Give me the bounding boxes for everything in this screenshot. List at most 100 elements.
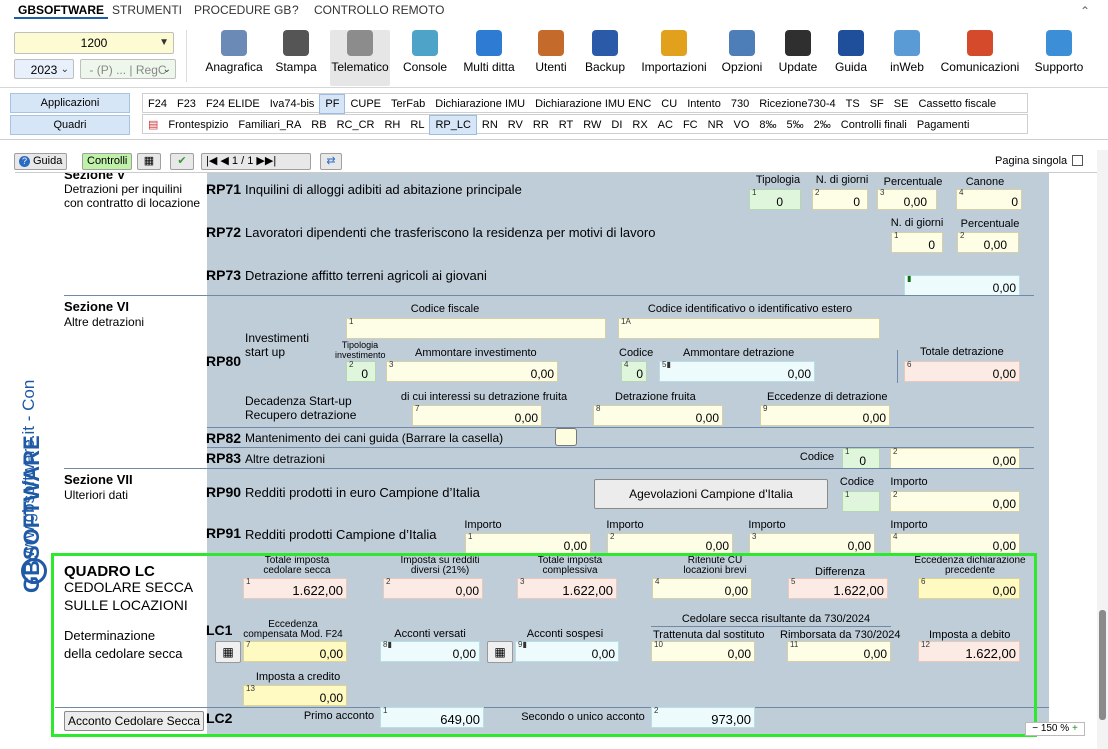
pager[interactable]: |◀ ◀ 1 / 1 ▶▶| — [201, 153, 311, 170]
tab-di[interactable]: DI — [606, 116, 627, 134]
tab-intento[interactable]: Intento — [682, 95, 726, 113]
rp80-cid-field[interactable]: 1A — [618, 317, 880, 339]
rp83-importo-field[interactable]: 2 0,00 — [890, 447, 1020, 469]
rp80-cf-field[interactable]: 1 — [346, 317, 606, 339]
tab-ac[interactable]: AC — [653, 116, 678, 134]
menu-gbsoftware[interactable]: GBSOFTWARE — [14, 3, 108, 19]
importazioni-button[interactable]: Importazioni — [640, 30, 708, 86]
rp91-importo1-field[interactable]: 1 0,00 — [465, 532, 591, 554]
tab-vo[interactable]: VO — [729, 116, 755, 134]
rp83-codice-field[interactable]: 10 — [842, 447, 880, 469]
tab-730[interactable]: 730 — [726, 95, 754, 113]
menu-strumenti[interactable]: STRUMENTI — [108, 3, 186, 17]
tab-rh[interactable]: RH — [379, 116, 405, 134]
utenti-button[interactable]: Utenti — [534, 30, 568, 86]
rp80-tipologia-field[interactable]: 20 — [346, 360, 376, 382]
rp80-codice-field[interactable]: 40 — [621, 360, 647, 382]
calculator-icon[interactable]: ▦ — [137, 153, 161, 170]
prev-page-icon[interactable]: ◀ — [220, 155, 228, 167]
applicazioni-button[interactable]: Applicazioni — [10, 93, 130, 113]
rp71-canone-field[interactable]: 40 — [956, 188, 1022, 210]
tab-5-[interactable]: 5‰ — [782, 116, 809, 134]
tab-rn[interactable]: RN — [477, 116, 503, 134]
rp91-importo2-field[interactable]: 2 0,00 — [607, 532, 733, 554]
comunicazioni-button[interactable]: Comunicazioni — [940, 30, 1020, 86]
update-button[interactable]: Update — [778, 30, 818, 86]
rp80-interessi-field[interactable]: 7 0,00 — [412, 404, 542, 426]
collapse-ribbon-icon[interactable]: ⌃ — [1080, 4, 1090, 18]
tab-rv[interactable]: RV — [503, 116, 528, 134]
pagina-singola-checkbox[interactable] — [1072, 155, 1083, 166]
tab-dichiarazione-imu-enc[interactable]: Dichiarazione IMU ENC — [530, 95, 656, 113]
first-page-icon[interactable]: |◀ — [206, 155, 217, 167]
stampa-button[interactable]: Stampa — [275, 30, 317, 86]
tab-cu[interactable]: CU — [656, 95, 682, 113]
tab-familiari-ra[interactable]: Familiari_RA — [233, 116, 306, 134]
anagrafica-button[interactable]: Anagrafica — [204, 30, 264, 86]
rp80-totale-field[interactable]: 6 0,00 — [904, 360, 1020, 382]
filter-select[interactable]: - (P) ... | RegC ⌄ — [80, 59, 176, 79]
company-code-select[interactable]: 1200 ▼ — [14, 32, 174, 54]
tab-cassetto-fiscale[interactable]: Cassetto fiscale — [913, 95, 1001, 113]
rp91-importo3-field[interactable]: 3 0,00 — [749, 532, 875, 554]
rp71-tipologia-field[interactable]: 10 — [749, 188, 801, 210]
tab-rl[interactable]: RL — [405, 116, 429, 134]
menu-procedure-gb[interactable]: PROCEDURE GB — [190, 3, 295, 17]
rp71-percentuale-field[interactable]: 3 0,00 — [877, 188, 937, 210]
rp71-giorni-field[interactable]: 20 — [812, 188, 868, 210]
rp82-checkbox[interactable] — [555, 428, 577, 446]
rp90-codice-field[interactable]: 1 — [842, 490, 880, 512]
tab-rx[interactable]: RX — [627, 116, 652, 134]
controlli-button[interactable]: Controlli — [82, 153, 133, 170]
rp80-ammdetr-field[interactable]: 5▮ 0,00 — [659, 360, 815, 382]
quadri-button[interactable]: Quadri — [10, 115, 130, 135]
tab-pf[interactable]: PF — [319, 94, 346, 114]
tab-rw[interactable]: RW — [578, 116, 606, 134]
tab-rt[interactable]: RT — [554, 116, 578, 134]
tab-8-[interactable]: 8‰ — [754, 116, 781, 134]
rp80-fruita-field[interactable]: 8 0,00 — [593, 404, 723, 426]
tab-frontespizio[interactable]: Frontespizio — [163, 116, 233, 134]
scrollbar-thumb[interactable] — [1099, 610, 1106, 720]
next-page-icon[interactable]: ▶ — [256, 155, 264, 167]
multi-ditta-button[interactable]: Multi ditta — [461, 30, 517, 86]
menu-controllo-remoto[interactable]: CONTROLLO REMOTO — [310, 3, 448, 17]
year-select[interactable]: 2023 ⌄ — [14, 59, 74, 79]
zoom-control[interactable]: − 150 % + — [1025, 722, 1085, 736]
sync-icon[interactable]: ⇄ — [320, 153, 342, 170]
tab-rc-cr[interactable]: RC_CR — [332, 116, 380, 134]
tab-fc[interactable]: FC — [678, 116, 703, 134]
tab-rp-lc[interactable]: RP_LC — [429, 115, 477, 135]
inweb-button[interactable]: inWeb — [888, 30, 926, 86]
tab-controlli-finali[interactable]: Controlli finali — [836, 116, 912, 134]
tab-f24-elide[interactable]: F24 ELIDE — [201, 95, 265, 113]
tab-2-[interactable]: 2‰ — [809, 116, 836, 134]
tab-pagamenti[interactable]: Pagamenti — [912, 116, 975, 134]
telematico-button[interactable]: Telematico — [330, 30, 390, 86]
check-icon[interactable]: ✔ — [170, 153, 194, 170]
tab-iva74-bis[interactable]: Iva74-bis — [265, 95, 320, 113]
tab-rb[interactable]: RB — [306, 116, 331, 134]
backup-button[interactable]: Backup — [584, 30, 626, 86]
console-button[interactable]: Console — [403, 30, 447, 86]
tab-ricezione730-4[interactable]: Ricezione730-4 — [754, 95, 840, 113]
zoom-out-icon[interactable]: − — [1032, 723, 1038, 734]
rp73-field[interactable]: ▮ 0,00 — [904, 274, 1020, 296]
last-page-icon[interactable]: ▶| — [265, 155, 276, 167]
vertical-scrollbar[interactable] — [1097, 150, 1108, 749]
tab-cupe[interactable]: CUPE — [345, 95, 386, 113]
rp80-ammontare-field[interactable]: 3 0,00 — [386, 360, 558, 382]
guida-button[interactable]: ? Guida — [14, 153, 68, 170]
tab-ts[interactable]: TS — [841, 95, 865, 113]
supporto-button[interactable]: Supporto — [1034, 30, 1084, 86]
tab-dichiarazione-imu[interactable]: Dichiarazione IMU — [430, 95, 530, 113]
tab-sf[interactable]: SF — [865, 95, 889, 113]
rp90-importo-field[interactable]: 2 0,00 — [890, 490, 1020, 512]
tab-f23[interactable]: F23 — [172, 95, 201, 113]
agevolazioni-campione-button[interactable]: Agevolazioni Campione d'Italia — [594, 479, 828, 509]
tab-rr[interactable]: RR — [528, 116, 554, 134]
rp80-eccedenze-field[interactable]: 9 0,00 — [760, 404, 890, 426]
tab-se[interactable]: SE — [889, 95, 914, 113]
tab-f24[interactable]: F24 — [143, 95, 172, 113]
tab-nr[interactable]: NR — [703, 116, 729, 134]
